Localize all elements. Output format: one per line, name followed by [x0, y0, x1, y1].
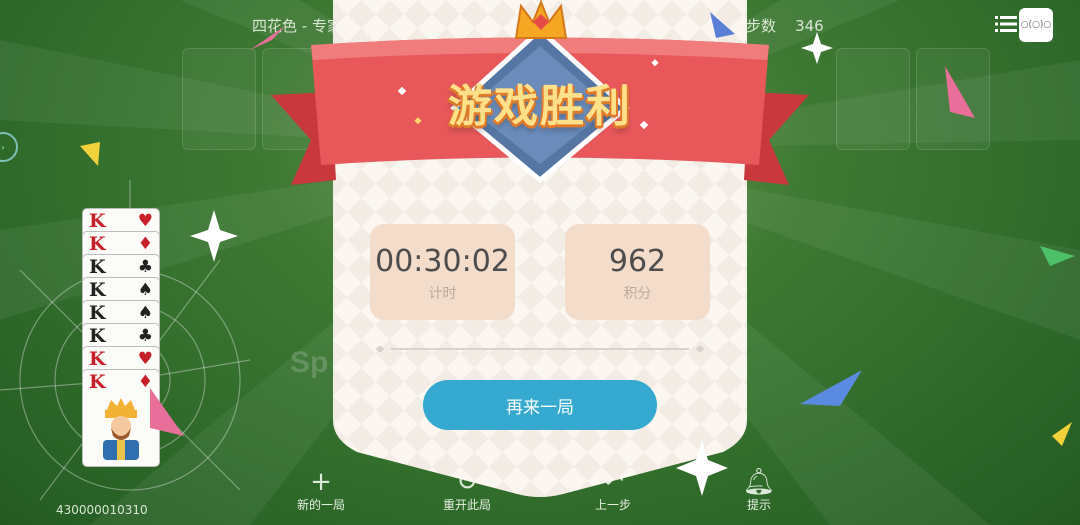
- card-rank: K: [89, 210, 106, 232]
- time-stat: 00:30:02 计时: [370, 224, 515, 320]
- card-rank: K: [89, 302, 106, 324]
- card-rank: K: [89, 371, 106, 393]
- foundation-slot: [836, 48, 910, 150]
- crown-icon: [514, 0, 568, 39]
- card-suit: ♦: [137, 234, 153, 254]
- card-rank: K: [89, 233, 106, 255]
- play-again-button[interactable]: 再来一局: [423, 380, 657, 430]
- card-suit: ♦: [137, 372, 153, 392]
- menu-list-icon[interactable]: [995, 14, 1017, 34]
- divider: [375, 346, 705, 352]
- avatar[interactable]: ○(○)○: [1019, 8, 1053, 42]
- king-portrait-icon: [103, 398, 139, 460]
- score-stat: 962 积分: [565, 224, 710, 320]
- foundation-slot: [916, 48, 990, 150]
- foundation-slot: [182, 48, 256, 150]
- game-seed: 430000010310: [56, 503, 148, 517]
- card-king-face: K ♦: [82, 369, 160, 467]
- card-suit: ♣: [137, 257, 153, 277]
- victory-dialog: 00:30:02 计时 962 积分 再来一局 游戏胜利: [271, 0, 809, 500]
- card-rank: K: [89, 256, 106, 278]
- score-value: 962: [608, 244, 667, 279]
- card-suit: ♠: [137, 303, 153, 323]
- card-suit: ♥: [137, 211, 153, 231]
- score-label: 积分: [623, 286, 652, 302]
- time-value: 00:30:02: [375, 244, 510, 279]
- card-suit: ♣: [137, 326, 153, 346]
- time-label: 计时: [428, 286, 457, 302]
- card-rank: K: [89, 279, 106, 301]
- card-rank: K: [89, 348, 106, 370]
- avatar-text: ○(○)○: [1020, 20, 1052, 30]
- card-rank: K: [89, 325, 106, 347]
- svg-text:Sp: Sp: [290, 346, 328, 379]
- card-suit: ♥: [137, 349, 153, 369]
- victory-title: 游戏胜利: [448, 81, 632, 132]
- card-suit: ♠: [137, 280, 153, 300]
